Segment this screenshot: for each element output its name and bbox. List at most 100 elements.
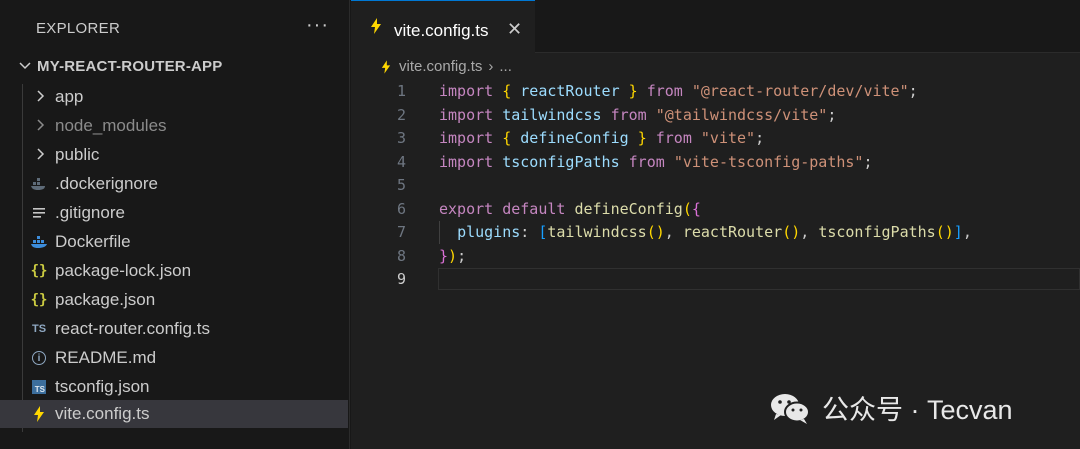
token: , xyxy=(664,223,683,241)
tree-item-label: node_modules xyxy=(55,116,167,135)
code-line: 6 export default defineConfig({ xyxy=(351,198,1080,221)
token: () xyxy=(935,223,954,241)
tree-item-label: react-router.config.ts xyxy=(55,319,210,338)
tsconfig-icon: TS xyxy=(30,378,48,396)
json-braces-icon: {} xyxy=(30,292,48,308)
breadcrumb-file[interactable]: vite.config.ts xyxy=(399,58,482,75)
token: , xyxy=(962,223,972,241)
token: ] xyxy=(953,223,963,241)
code-line: 4 import tsconfigPaths from "vite-tsconf… xyxy=(351,151,1080,174)
watermark-text: 公众号 · Tecvan xyxy=(822,395,1013,425)
token: } xyxy=(628,82,638,100)
project-folder-row[interactable]: MY-REACT-ROUTER-APP xyxy=(0,54,348,80)
info-icon: i xyxy=(30,349,48,367)
line-content: plugins: [tailwindcss(), reactRouter(), … xyxy=(439,223,972,241)
explorer-title: EXPLORER xyxy=(36,20,121,37)
code-line: 5 xyxy=(351,174,1080,197)
token: ; xyxy=(863,152,873,171)
line-number: 7 xyxy=(396,223,406,241)
info-glyph: i xyxy=(32,351,46,365)
tree-item-vite-config[interactable]: vite.config.ts xyxy=(0,400,348,428)
vite-bolt-icon xyxy=(371,18,381,34)
token: plugins xyxy=(457,223,521,241)
tab-bar: vite.config.ts ✕ xyxy=(351,0,1080,53)
json-braces-icon: {} xyxy=(30,263,48,279)
line-content: export default defineConfig({ xyxy=(439,200,701,218)
breadcrumb: vite.config.ts › ... xyxy=(381,58,512,75)
token: "@react-router/dev/vite" xyxy=(691,82,909,100)
tree-item-node-modules[interactable]: node_modules xyxy=(0,112,348,140)
tab-label: vite.config.ts xyxy=(394,21,489,40)
line-number: 8 xyxy=(396,246,406,265)
tree-item-label: app xyxy=(55,87,84,106)
watermark: 公众号 · Tecvan xyxy=(768,388,1013,427)
token: "@tailwindcss/vite" xyxy=(655,105,828,124)
more-actions-icon[interactable]: ··· xyxy=(306,14,329,37)
tree-item-dockerignore[interactable]: .dockerignore xyxy=(0,170,348,198)
token: import xyxy=(439,82,494,100)
lines-icon xyxy=(30,204,48,222)
token: ; xyxy=(827,105,837,124)
token: from xyxy=(655,129,692,147)
token: { xyxy=(502,82,512,100)
chevron-right-icon xyxy=(37,148,45,160)
token: tsconfigPaths xyxy=(818,223,936,241)
token: import xyxy=(439,129,494,147)
line-number: 1 xyxy=(396,82,406,100)
chevron-down-icon xyxy=(19,62,31,70)
token: tailwindcss xyxy=(493,105,611,124)
tree-item-package-json[interactable]: {} package.json xyxy=(0,286,348,314)
tree-item-label: Dockerfile xyxy=(55,232,131,251)
breadcrumb-separator: › xyxy=(488,58,494,75)
token: ; xyxy=(457,246,467,265)
code-line: 7 plugins: [tailwindcss(), reactRouter()… xyxy=(351,221,1080,244)
code-line: 8 }); xyxy=(351,245,1080,268)
chevron-right-icon xyxy=(37,119,45,131)
chevron-right-icon xyxy=(37,90,45,102)
token: reactRouter xyxy=(682,223,783,241)
token: ( xyxy=(682,199,692,218)
tree-item-label: public xyxy=(55,145,100,164)
tree-item-react-router-config[interactable]: TS react-router.config.ts xyxy=(0,315,348,343)
tab-vite-config[interactable]: vite.config.ts ✕ xyxy=(351,0,535,53)
line-content: import { reactRouter } from "@react-rout… xyxy=(439,82,918,100)
token: reactRouter xyxy=(511,82,629,100)
tree-item-app[interactable]: app xyxy=(0,83,348,111)
token: "vite-tsconfig-paths" xyxy=(673,152,864,171)
vite-bolt-icon xyxy=(30,405,48,423)
tree-item-gitignore[interactable]: .gitignore xyxy=(0,199,348,227)
docker-icon xyxy=(30,233,48,251)
line-number: 2 xyxy=(396,105,406,124)
token: ) xyxy=(448,246,458,265)
code-line: 1 import { reactRouter } from "@react-ro… xyxy=(351,80,1080,103)
tree-item-dockerfile[interactable]: Dockerfile xyxy=(0,228,348,256)
docker-icon xyxy=(30,175,48,193)
close-icon[interactable]: ✕ xyxy=(507,19,522,40)
token: , xyxy=(800,223,819,241)
token: from xyxy=(628,152,665,171)
tree-item-tsconfig[interactable]: TS tsconfig.json xyxy=(0,373,348,401)
token: { xyxy=(691,199,701,218)
token: } xyxy=(637,129,647,147)
token: () xyxy=(646,223,665,241)
tree-item-label: .dockerignore xyxy=(55,174,159,193)
token: () xyxy=(782,223,801,241)
vite-bolt-icon xyxy=(381,59,391,74)
token: from xyxy=(646,82,683,100)
tree-item-package-lock-json[interactable]: {} package-lock.json xyxy=(0,257,348,285)
tree-item-label: package-lock.json xyxy=(55,261,192,280)
tree-item-public[interactable]: public xyxy=(0,141,348,169)
code-line: 2 import tailwindcss from "@tailwindcss/… xyxy=(351,104,1080,127)
token: default xyxy=(502,199,566,218)
tree-item-readme[interactable]: i README.md xyxy=(0,344,348,372)
tree-item-label: .gitignore xyxy=(55,203,125,222)
token: { xyxy=(502,129,512,147)
breadcrumb-more[interactable]: ... xyxy=(499,58,512,75)
